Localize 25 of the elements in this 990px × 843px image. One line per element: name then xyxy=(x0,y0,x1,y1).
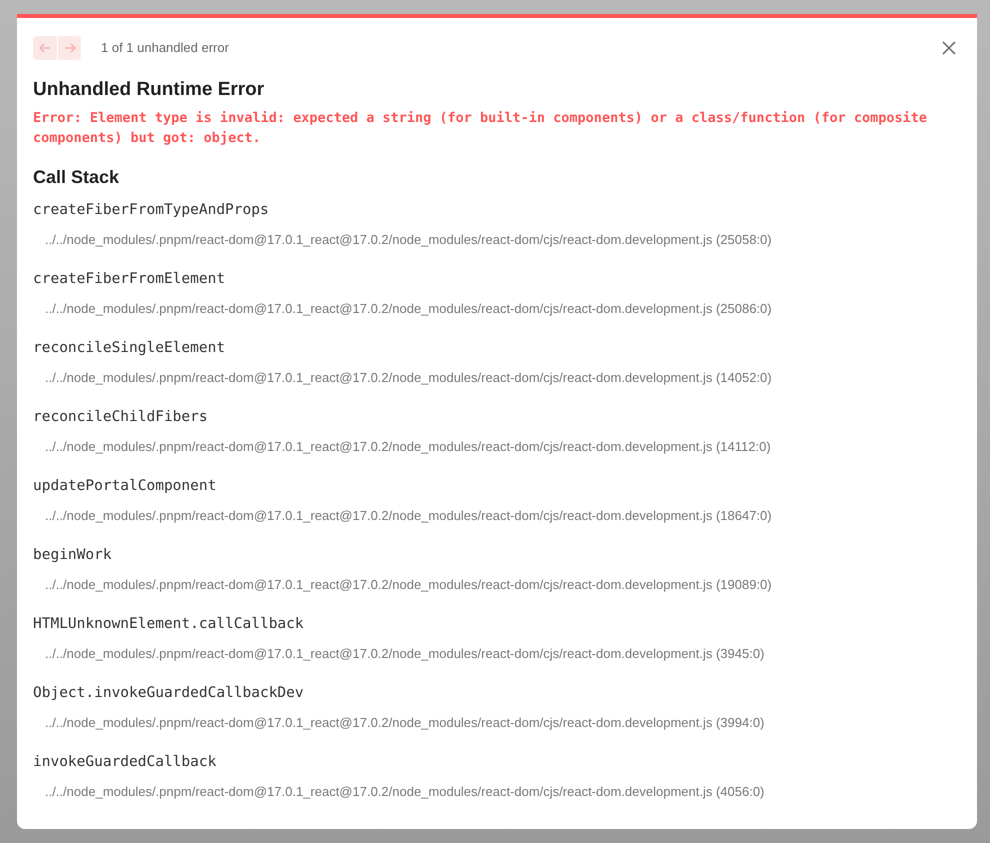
stack-frame-location: ../../node_modules/.pnpm/react-dom@17.0.1_react@17.0.2/node_modules/react-dom/cjs/react-dom.development.js (4056:0) xyxy=(44,782,766,801)
stack-frame-location: ../../node_modules/.pnpm/react-dom@17.0.1_react@17.0.2/node_modules/react-dom/cjs/react-dom.development.js (14052:0) xyxy=(44,368,773,387)
close-icon xyxy=(941,40,957,56)
left-arrow-icon xyxy=(38,41,52,55)
stack-frame-function: updatePortalComponent xyxy=(33,476,218,496)
stack-frame-function: HTMLUnknownElement.callCallback xyxy=(33,614,305,634)
error-counter: 1 of 1 unhandled error xyxy=(101,39,229,58)
stack-frame-location: ../../node_modules/.pnpm/react-dom@17.0.1_react@17.0.2/node_modules/react-dom/cjs/react-dom.development.js (25058:0) xyxy=(44,230,773,249)
stack-frame-location: ../../node_modules/.pnpm/react-dom@17.0.1_react@17.0.2/node_modules/react-dom/cjs/react-dom.development.js (25086:0) xyxy=(44,300,773,318)
stack-frame-function: createFiberFromElement xyxy=(33,270,226,289)
error-message: Error: Element type is invalid: expected a string (for built-in components) or a class/function (for composite components) but got: object. xyxy=(33,108,928,148)
call-stack-heading: Call Stack xyxy=(33,166,120,189)
stack-frame-location: ../../node_modules/.pnpm/react-dom@17.0.1_react@17.0.2/node_modules/react-dom/cjs/react-dom.development.js (3994:0) xyxy=(44,714,766,732)
stack-frame-function: reconcileSingleElement xyxy=(33,338,226,358)
stack-frame-function: invokeGuardedCallback xyxy=(33,752,218,772)
right-arrow-icon xyxy=(62,41,76,55)
stack-frame-function: Object.invokeGuardedCallbackDev xyxy=(33,684,305,703)
stack-frame-location: ../../node_modules/.pnpm/react-dom@17.0.1_react@17.0.2/node_modules/react-dom/cjs/react-dom.development.js (18647:0) xyxy=(44,506,773,525)
stack-frame-location: ../../node_modules/.pnpm/react-dom@17.0.1_react@17.0.2/node_modules/react-dom/cjs/react-dom.development.js (19089:0) xyxy=(44,576,773,594)
stack-frame-function: createFiberFromTypeAndProps xyxy=(33,200,270,220)
error-title: Unhandled Runtime Error xyxy=(33,78,266,102)
stack-frame-location: ../../node_modules/.pnpm/react-dom@17.0.1_react@17.0.2/node_modules/react-dom/cjs/react-dom.development.js (14112:0) xyxy=(44,438,772,456)
stack-frame-location: ../../node_modules/.pnpm/react-dom@17.0.1_react@17.0.2/node_modules/react-dom/cjs/react-dom.development.js (3945:0) xyxy=(44,644,766,663)
stack-frame-function: beginWork xyxy=(33,546,113,565)
stack-frame-function: reconcileChildFibers xyxy=(33,408,209,427)
